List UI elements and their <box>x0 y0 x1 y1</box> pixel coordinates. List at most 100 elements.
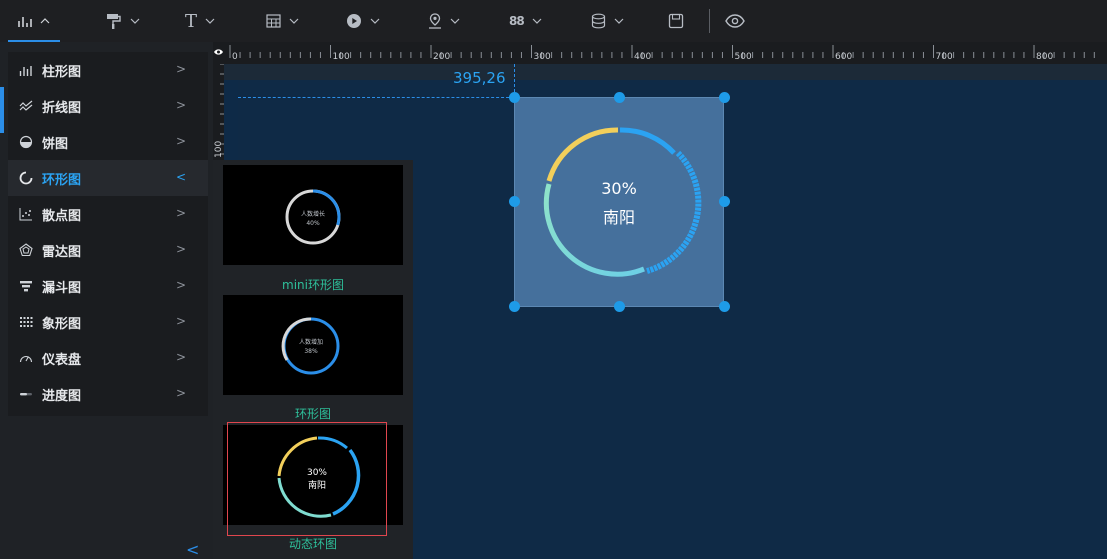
resize-handle-sw[interactable] <box>509 301 520 312</box>
thumb-center-text: 人数增加 <box>299 338 323 346</box>
ruler-label: 800 <box>1036 52 1053 62</box>
eye-icon[interactable] <box>213 42 224 64</box>
thumb-label-mini-ring: mini环形图 <box>282 278 344 292</box>
thumb-ring[interactable]: 人数增加 38% <box>223 295 403 395</box>
funnel-chart-icon <box>18 278 34 294</box>
resize-handle-e[interactable] <box>719 196 730 207</box>
menu-item-label: 进度图 <box>42 388 82 404</box>
selected-thumb-outline <box>227 422 387 536</box>
ruler-corner <box>213 42 224 64</box>
chevron-down-icon <box>370 18 380 24</box>
resize-handle-s[interactable] <box>614 301 625 312</box>
chevron-down-icon <box>450 18 460 24</box>
eye-icon <box>725 14 745 28</box>
chevron-right-icon: > <box>175 242 186 256</box>
chevron-right-icon: > <box>175 206 186 220</box>
chevron-right-icon: > <box>175 386 186 400</box>
menu-item-label: 散点图 <box>42 208 82 224</box>
resize-handle-nw[interactable] <box>509 92 520 103</box>
menu-item-label: 仪表盘 <box>42 352 82 368</box>
resize-handle-n[interactable] <box>614 92 625 103</box>
ring-preview: 人数增加 38% <box>281 317 340 375</box>
coordinate-readout: 395,26 <box>453 69 506 87</box>
thumb-mini-ring[interactable]: 人数增长 40% <box>223 165 403 265</box>
menu-item-label: 环形图 <box>42 172 82 188</box>
menu-item-scatter[interactable]: 散点图 > <box>8 196 208 232</box>
save-button[interactable] <box>668 0 684 42</box>
ring-segment-blue-top <box>619 127 676 155</box>
line-chart-icon <box>18 98 34 114</box>
active-accent-bar <box>0 87 4 133</box>
chevron-right-icon: > <box>175 350 186 364</box>
ruler-label: 400 <box>634 52 651 62</box>
widget-city: 南阳 <box>602 208 635 227</box>
chevron-left-icon: < <box>175 170 186 184</box>
ring-chart-variants-panel: 人数增长 40% mini环形图 人数增加 38% 环形图 30% 南阳 动态环… <box>213 160 413 559</box>
top-toolbar: T 88 <box>0 0 1107 42</box>
menu-item-line[interactable]: 折线图 > <box>8 88 208 124</box>
preview-button[interactable] <box>725 0 745 42</box>
menu-item-gauge[interactable]: 仪表盘 > <box>8 340 208 376</box>
text-icon: T <box>185 10 198 32</box>
menu-item-bar[interactable]: 柱形图 > <box>8 52 208 88</box>
resize-handle-se[interactable] <box>719 301 730 312</box>
ruler-label: 600 <box>835 52 852 62</box>
menu-item-pictorial[interactable]: 象形图 > <box>8 304 208 340</box>
toolbar-divider <box>709 9 710 33</box>
menu-item-funnel[interactable]: 漏斗图 > <box>8 268 208 304</box>
menu-item-label: 折线图 <box>42 100 82 116</box>
menu-item-label: 饼图 <box>42 136 69 152</box>
widget-value: 30% <box>601 179 637 198</box>
pie-chart-icon <box>18 134 34 150</box>
chevron-down-icon <box>532 18 542 24</box>
ruler-label: 300 <box>534 52 551 62</box>
toolbar-data-button[interactable] <box>591 0 624 42</box>
thumb-label-dynamic-ring: 动态环图 <box>288 537 337 551</box>
resize-handle-w[interactable] <box>509 196 520 207</box>
ring-chart-widget[interactable] <box>514 97 724 307</box>
chevron-down-icon <box>614 18 624 24</box>
menu-item-ring[interactable]: 环形图 < <box>8 160 208 196</box>
progress-chart-icon <box>18 386 34 402</box>
toolbar-table-button[interactable] <box>266 0 299 42</box>
chevron-right-icon: > <box>175 98 186 112</box>
ring-segment-yellow <box>546 127 619 182</box>
chevron-right-icon: > <box>175 134 186 148</box>
toolbar-media-button[interactable] <box>346 0 380 42</box>
chart-type-list: 柱形图 > 折线图 > 饼图 > 环形图 < 散点图 > 雷达图 > 漏斗图 >… <box>8 52 208 416</box>
ruler-band <box>224 64 1107 80</box>
pictorial-chart-icon <box>18 314 34 330</box>
ruler-label: 700 <box>936 52 953 62</box>
toolbar-text-button[interactable]: T <box>185 0 215 42</box>
toolbar-style-button[interactable] <box>106 0 140 42</box>
ruler-top-ticks: 0 100 200 300 400 500 600 700 800 <box>229 45 1095 62</box>
collapse-panel-chevron-icon[interactable]: < <box>186 540 199 559</box>
save-icon <box>668 13 684 29</box>
bar-chart-icon <box>18 17 32 27</box>
radar-chart-icon <box>18 242 34 258</box>
menu-item-label: 象形图 <box>42 316 82 332</box>
menu-item-label: 漏斗图 <box>42 280 82 296</box>
chevron-right-icon: > <box>175 314 186 328</box>
grid-88-icon: 88 <box>509 14 525 28</box>
ruler-label: 500 <box>735 52 752 62</box>
toolbar-map-button[interactable] <box>428 0 460 42</box>
menu-item-radar[interactable]: 雷达图 > <box>8 232 208 268</box>
mini-ring-preview: 人数增长 40% <box>285 189 341 245</box>
chevron-down-icon <box>289 18 299 24</box>
chevron-right-icon: > <box>175 62 186 76</box>
ruler-top: 0 100 200 300 400 500 600 700 800 <box>224 42 1107 64</box>
resize-handle-ne[interactable] <box>719 92 730 103</box>
play-icon <box>347 14 361 28</box>
toolbar-component-button[interactable]: 88 <box>509 0 542 42</box>
toolbar-chart-button[interactable] <box>8 0 60 42</box>
chevron-down-icon <box>130 18 140 24</box>
bar-chart-icon <box>18 62 34 78</box>
paint-roller-icon <box>107 14 121 29</box>
guide-line-horizontal <box>238 97 514 98</box>
menu-item-pie[interactable]: 饼图 > <box>8 124 208 160</box>
thumb-label-ring: 环形图 <box>294 407 331 421</box>
chevron-up-icon <box>40 18 50 24</box>
menu-item-progress[interactable]: 进度图 > <box>8 376 208 412</box>
table-icon <box>266 14 281 28</box>
